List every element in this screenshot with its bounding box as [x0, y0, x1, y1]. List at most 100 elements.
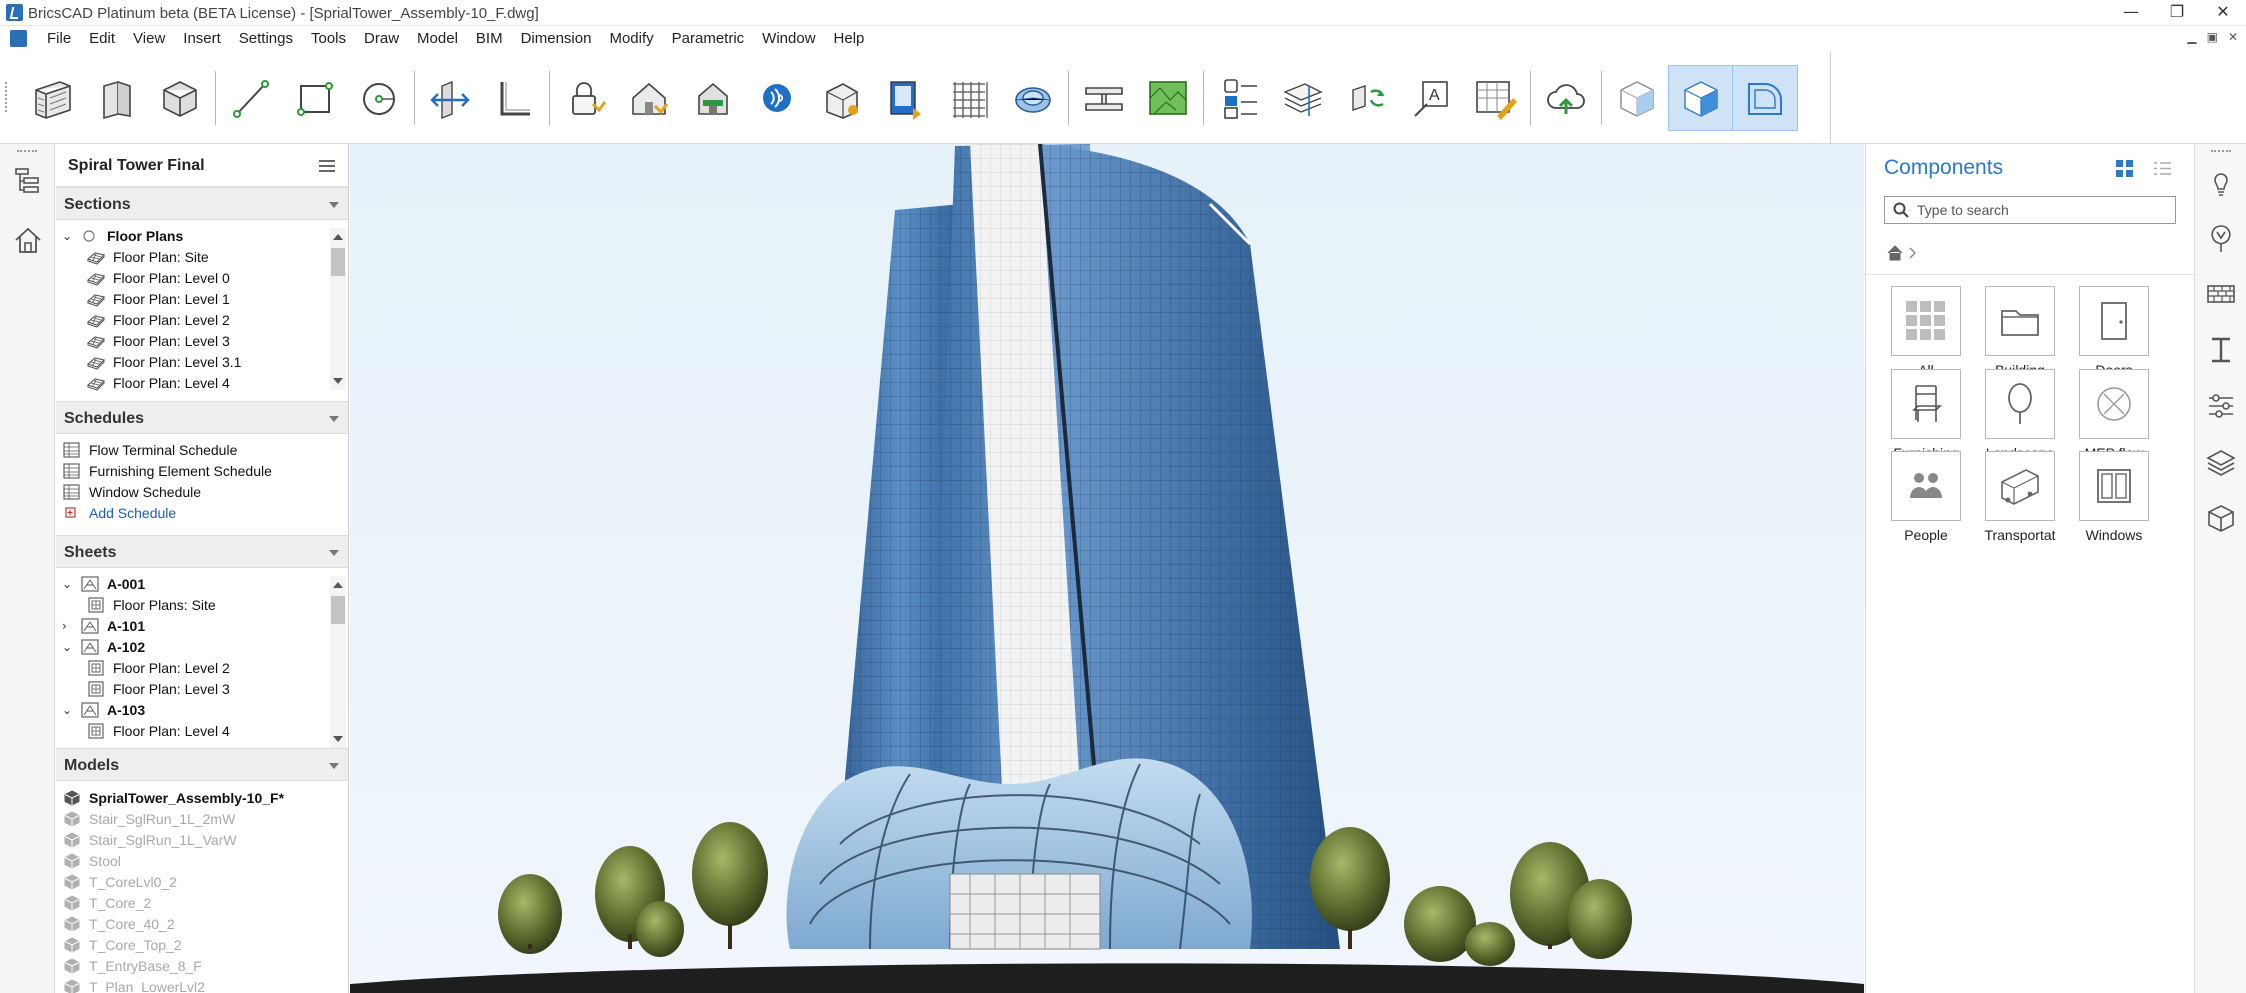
sheets-scrollbar[interactable]: [330, 576, 346, 748]
menu-insert[interactable]: Insert: [174, 30, 230, 47]
scroll-up-icon[interactable]: [333, 234, 343, 240]
sheets-header[interactable]: Sheets: [56, 535, 348, 568]
section-item[interactable]: Floor Plan: Level 0: [86, 267, 230, 288]
breadcrumb[interactable]: [1886, 244, 1926, 262]
menu-tools[interactable]: Tools: [302, 30, 355, 47]
category-thumbnail[interactable]: [1891, 451, 1961, 521]
component-box-icon[interactable]: [2205, 502, 2237, 534]
section-item[interactable]: Floor Plan: Site: [86, 246, 209, 267]
sheet-view-item[interactable]: Floor Plans: Site: [86, 594, 216, 615]
view-cube-button[interactable]: [1605, 66, 1669, 130]
collapse-caret-icon[interactable]: [329, 416, 339, 422]
search-input[interactable]: [1917, 200, 2167, 220]
category-thumbnail[interactable]: [1985, 286, 2055, 356]
menu-settings[interactable]: Settings: [230, 30, 302, 47]
menu-parametric[interactable]: Parametric: [663, 30, 754, 47]
push-pull-button[interactable]: [418, 66, 482, 130]
sheet-view-item[interactable]: Floor Plan: Level 4: [86, 720, 230, 741]
model-item[interactable]: Stair_SglRun_1L_2mW: [62, 808, 235, 829]
doc-restore-icon[interactable]: ▣: [2207, 30, 2218, 44]
close-button[interactable]: ✕: [2200, 0, 2246, 26]
sections-scrollbar[interactable]: [330, 228, 346, 390]
menu-model[interactable]: Model: [408, 30, 467, 47]
model-item[interactable]: T_CoreLvl0_2: [62, 871, 177, 892]
scroll-down-icon[interactable]: [333, 378, 343, 384]
schedule-item[interactable]: Window Schedule: [62, 481, 201, 502]
sheet-item[interactable]: ⌄ A-001: [62, 573, 145, 594]
toolbar-grip[interactable]: [5, 82, 8, 112]
category-thumbnail[interactable]: [1891, 369, 1961, 439]
menu-bim[interactable]: BIM: [467, 30, 512, 47]
lightbulb-icon[interactable]: [2205, 166, 2237, 198]
menu-icon[interactable]: [319, 160, 335, 172]
slab-tool-button[interactable]: [84, 66, 148, 130]
tree-folder-floor-plans[interactable]: ⌄ Floor Plans: [62, 225, 183, 246]
sections-header[interactable]: Sections: [56, 187, 348, 220]
model-item[interactable]: T_Core_2: [62, 892, 151, 913]
wall-tool-button[interactable]: [20, 66, 84, 130]
properties-button[interactable]: [1207, 66, 1271, 130]
building-button[interactable]: [617, 66, 681, 130]
menu-view[interactable]: View: [124, 30, 174, 47]
section-item[interactable]: Floor Plan: Level 3: [86, 330, 230, 351]
schedule-item[interactable]: Flow Terminal Schedule: [62, 439, 237, 460]
schedule-item[interactable]: Furnishing Element Schedule: [62, 460, 272, 481]
profile-button[interactable]: [482, 66, 546, 130]
window-door-button[interactable]: [873, 66, 937, 130]
model-item[interactable]: T_EntryBase_8_F: [62, 955, 202, 976]
box-solid-button[interactable]: [148, 66, 212, 130]
category-thumbnail[interactable]: [2079, 286, 2149, 356]
sync-button[interactable]: [1335, 66, 1399, 130]
menu-draw[interactable]: Draw: [355, 30, 408, 47]
building-section-button[interactable]: [681, 66, 745, 130]
add-schedule-link[interactable]: Add Schedule: [62, 502, 176, 523]
tree-library-icon[interactable]: [2205, 222, 2237, 254]
room-button[interactable]: [809, 66, 873, 130]
collapse-chevron-icon[interactable]: ⌄: [62, 229, 74, 243]
sheet-item[interactable]: ⌄ A-103: [62, 699, 145, 720]
category-thumbnail[interactable]: [1985, 369, 2055, 439]
category-tile-all[interactable]: All: [1881, 286, 1971, 379]
sheet-view-item[interactable]: Floor Plan: Level 3: [86, 678, 230, 699]
category-tile-people[interactable]: People: [1881, 451, 1971, 544]
collapse-chevron-icon[interactable]: ⌄: [62, 640, 74, 654]
schedules-header[interactable]: Schedules: [56, 401, 348, 434]
list-view-icon[interactable]: [2154, 160, 2171, 177]
scroll-down-icon[interactable]: [333, 736, 343, 742]
project-home-icon[interactable]: [12, 224, 44, 256]
view-cube-active-button[interactable]: [1668, 65, 1734, 131]
collapse-chevron-icon[interactable]: ⌄: [62, 577, 74, 591]
section-item[interactable]: Floor Plan: Level 4: [86, 372, 230, 393]
grid-view-icon[interactable]: [2116, 160, 2133, 177]
collapse-chevron-icon[interactable]: ⌄: [62, 703, 74, 717]
text-annotation-button[interactable]: A: [1399, 66, 1463, 130]
minimize-button[interactable]: —: [2108, 0, 2154, 26]
app-menu-icon[interactable]: [10, 30, 27, 47]
lock-classify-button[interactable]: [553, 66, 617, 130]
sheet-view-item[interactable]: Floor Plan: Level 2: [86, 657, 230, 678]
beam-button[interactable]: [1072, 66, 1136, 130]
section-item[interactable]: Floor Plan: Level 1: [86, 288, 230, 309]
section-item[interactable]: Floor Plan: Level 2: [86, 309, 230, 330]
section-item[interactable]: Floor Plan: Level 3.1: [86, 351, 241, 372]
menu-file[interactable]: File: [38, 30, 80, 47]
model-item[interactable]: Stair_SglRun_1L_VarW: [62, 829, 237, 850]
models-header[interactable]: Models: [56, 748, 348, 781]
line-tool-button[interactable]: [219, 66, 283, 130]
menu-help[interactable]: Help: [825, 30, 874, 47]
menu-modify[interactable]: Modify: [600, 30, 662, 47]
strip-grip[interactable]: [2211, 150, 2231, 153]
expand-chevron-icon[interactable]: ›: [62, 619, 74, 633]
menu-window[interactable]: Window: [753, 30, 824, 47]
sheet-item[interactable]: › A-101: [62, 615, 145, 636]
category-tile-building[interactable]: Building: [1975, 286, 2065, 379]
category-tile-transportat[interactable]: Transportat: [1975, 451, 2065, 544]
category-tile-landscape[interactable]: Landscape: [1975, 369, 2065, 462]
menu-edit[interactable]: Edit: [80, 30, 124, 47]
category-thumbnail[interactable]: [1891, 286, 1961, 356]
collapse-caret-icon[interactable]: [329, 763, 339, 769]
spatial-locations-button[interactable]: [745, 66, 809, 130]
category-thumbnail[interactable]: [1985, 451, 2055, 521]
layers-stack-button[interactable]: [1271, 66, 1335, 130]
scroll-thumb[interactable]: [331, 596, 345, 624]
